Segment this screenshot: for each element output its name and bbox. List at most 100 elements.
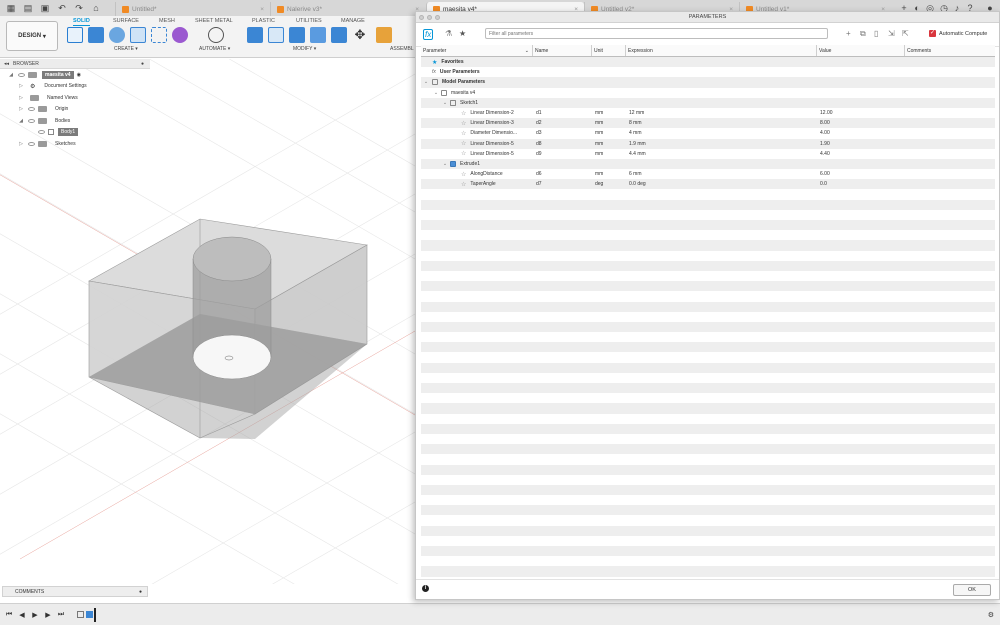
create-menu[interactable]: CREATE ▾	[114, 46, 138, 52]
expand-arrow-icon[interactable]: ▷	[18, 141, 24, 147]
collapse-arrow-icon[interactable]: ⌄	[433, 90, 439, 96]
group-user-parameters[interactable]: fx User Parameters	[421, 67, 995, 77]
automate-menu[interactable]: AUTOMATE ▾	[199, 46, 230, 52]
column-name[interactable]: Name	[533, 45, 592, 56]
chamfer-icon[interactable]	[289, 27, 305, 43]
pattern-icon[interactable]	[151, 27, 167, 43]
modify-menu[interactable]: MODIFY ▾	[293, 46, 316, 52]
group-extrude1[interactable]: ⌄ Extrude1	[421, 158, 995, 170]
fillet-icon[interactable]	[268, 27, 284, 43]
group-model-parameters[interactable]: ⌄ Model Parameters	[421, 77, 995, 88]
collapse-arrow-icon[interactable]: ⌄	[442, 100, 448, 106]
sketch-feature-icon[interactable]	[77, 611, 84, 618]
new-component-icon[interactable]	[376, 27, 392, 43]
radio-icon[interactable]: ◉	[77, 72, 81, 78]
comments-panel[interactable]: COMMENTS ●	[2, 586, 148, 597]
tree-sketches[interactable]: ▷ Sketches	[0, 138, 150, 150]
step-forward-icon[interactable]: ▶	[44, 611, 52, 619]
tree-document-settings[interactable]: ▷ ⚙ Document Settings	[0, 81, 150, 93]
star-outline-icon[interactable]: ☆	[461, 140, 466, 147]
move-icon[interactable]: ✥	[352, 27, 368, 43]
expand-arrow-icon[interactable]: ▷	[18, 95, 24, 101]
group-sketch1[interactable]: ⌄ Sketch1	[421, 97, 995, 108]
pin-icon[interactable]: ●	[141, 61, 144, 67]
minimize-window-icon[interactable]	[427, 15, 432, 20]
star-outline-icon[interactable]: ☆	[461, 181, 466, 188]
save-icon[interactable]: ▣	[39, 2, 51, 14]
step-back-icon[interactable]: ◀	[18, 611, 26, 619]
tab-untitled[interactable]: Untitled* ×	[115, 2, 270, 16]
column-comments[interactable]: Comments	[905, 45, 995, 56]
add-parameter-icon[interactable]: +	[846, 29, 851, 38]
checkbox-checked-icon[interactable]: ✓	[929, 30, 936, 37]
collapse-icon[interactable]: ◂◂	[4, 61, 9, 67]
undo-icon[interactable]: ↶	[56, 2, 68, 14]
ok-button[interactable]: OK	[953, 584, 991, 596]
table-row[interactable]: ☆ TaperAngle d7 deg 0.0 deg 0.0	[421, 179, 995, 190]
favorites-star-icon[interactable]: ★	[459, 29, 466, 38]
copy-icon[interactable]: ⧉	[860, 29, 866, 39]
automatic-compute-toggle[interactable]: ✓ Automatic Compute	[929, 30, 987, 37]
assemble-menu[interactable]: ASSEMBL	[390, 46, 414, 52]
combine-icon[interactable]	[331, 27, 347, 43]
maximize-window-icon[interactable]	[435, 15, 440, 20]
tab-solid[interactable]: SOLID	[73, 18, 90, 26]
table-row[interactable]: ☆ Linear Dimension-5 d9 mm 4.4 mm 4.40	[421, 149, 995, 159]
expand-arrow-icon[interactable]: ◢	[18, 118, 24, 124]
visibility-icon[interactable]	[28, 141, 35, 146]
column-value[interactable]: Value	[817, 45, 905, 56]
star-outline-icon[interactable]: ☆	[461, 120, 466, 127]
star-outline-icon[interactable]: ☆	[461, 130, 466, 137]
redo-icon[interactable]: ↷	[73, 2, 85, 14]
expand-arrow-icon[interactable]: ▷	[18, 106, 24, 112]
table-row[interactable]: ☆ Linear Dimension-2 d1 mm 12 mm 12.00	[421, 108, 995, 118]
tree-bodies[interactable]: ◢ Bodies	[0, 115, 150, 127]
tab-nalerive[interactable]: Nalerive v3* ×	[270, 2, 425, 16]
tree-body1[interactable]: Body1	[0, 127, 150, 139]
parameter-search-input[interactable]	[485, 28, 828, 39]
shell-icon[interactable]	[310, 27, 326, 43]
collapse-arrow-icon[interactable]: ⌄	[423, 79, 429, 85]
table-row[interactable]: ☆ Linear Dimension-5 d8 mm 1.9 mm 1.90	[421, 138, 995, 149]
table-row[interactable]: ☆ AlongDistance d6 mm 6 mm 6.00	[421, 169, 995, 179]
tree-root[interactable]: ◢ maesita v4 ◉	[0, 69, 150, 81]
collapse-arrow-icon[interactable]: ⌄	[442, 161, 448, 167]
file-icon[interactable]: ▤	[22, 2, 34, 14]
column-unit[interactable]: Unit	[592, 45, 626, 56]
fx-icon[interactable]: fx	[423, 29, 434, 40]
play-icon[interactable]: ▶	[31, 611, 39, 619]
tab-surface[interactable]: SURFACE	[113, 18, 139, 24]
tree-named-views[interactable]: ▷ Named Views	[0, 92, 150, 104]
filter-icon[interactable]: ⚗	[445, 29, 452, 38]
export-icon[interactable]: ⇱	[902, 29, 909, 38]
tab-manage[interactable]: MANAGE	[341, 18, 365, 24]
tree-origin[interactable]: ▷ Origin	[0, 104, 150, 116]
star-outline-icon[interactable]: ☆	[461, 171, 466, 178]
visibility-icon[interactable]	[28, 107, 35, 112]
extrude-icon[interactable]	[88, 27, 104, 43]
automate-icon[interactable]	[208, 27, 224, 43]
close-window-icon[interactable]	[419, 15, 424, 20]
star-outline-icon[interactable]: ☆	[461, 110, 466, 117]
go-to-start-icon[interactable]: ⏮	[5, 611, 13, 619]
go-to-end-icon[interactable]: ⏭	[57, 611, 65, 619]
extrude-feature-icon[interactable]	[86, 611, 93, 618]
visibility-icon[interactable]	[18, 72, 25, 77]
table-row[interactable]: ☆ Diameter Dimensio... d3 mm 4 mm 4.00	[421, 128, 995, 138]
tab-utilities[interactable]: UTILITIES	[296, 18, 322, 24]
table-row[interactable]: ☆ Linear Dimension-3 d2 mm 8 mm 8.00	[421, 118, 995, 129]
delete-icon[interactable]: ▯	[874, 29, 878, 38]
press-pull-icon[interactable]	[247, 27, 263, 43]
workspace-switcher-button[interactable]: DESIGN ▾	[6, 21, 58, 51]
tab-sheet-metal[interactable]: SHEET METAL	[195, 18, 233, 24]
form-icon[interactable]	[172, 27, 188, 43]
tab-plastic[interactable]: PLASTIC	[252, 18, 275, 24]
revolve-icon[interactable]	[109, 27, 125, 43]
info-icon[interactable]: i	[422, 585, 429, 592]
visibility-icon[interactable]	[38, 130, 45, 135]
tab-mesh[interactable]: MESH	[159, 18, 175, 24]
create-sketch-icon[interactable]	[67, 27, 83, 43]
column-parameter[interactable]: Parameter ⌄	[421, 45, 533, 56]
star-outline-icon[interactable]: ☆	[461, 150, 466, 157]
timeline-marker[interactable]	[94, 607, 96, 622]
